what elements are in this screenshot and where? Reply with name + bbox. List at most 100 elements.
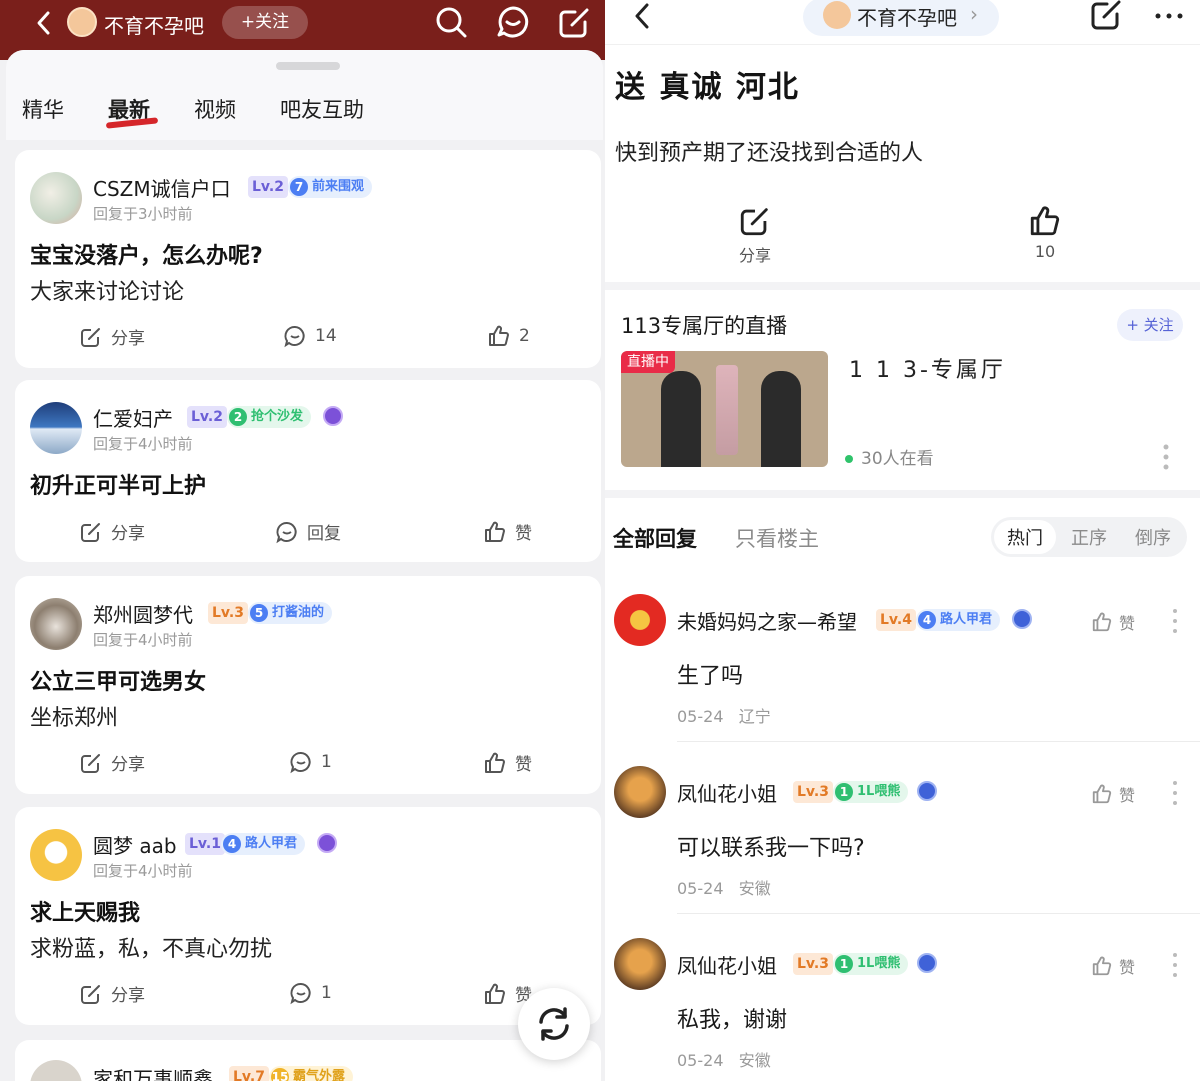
post-body[interactable]: 坐标郑州 (30, 700, 118, 732)
badge-number: 5 (250, 604, 268, 622)
back-arrow-icon[interactable] (629, 2, 657, 30)
follow-live-button[interactable]: + 关注 (1117, 309, 1183, 341)
forum-avatar[interactable] (67, 7, 97, 37)
comment-icon (290, 983, 311, 1005)
post-title[interactable]: 初升正可半可上护 (30, 468, 206, 500)
viewer-count-text: 30人在看 (861, 449, 934, 469)
comment-like-button[interactable]: 赞 (1091, 954, 1135, 978)
post-author[interactable]: 郑州圆梦代 (93, 599, 193, 628)
more-options-icon[interactable] (1172, 952, 1178, 978)
decoration-calligraphy (716, 365, 738, 455)
like-button[interactable]: 赞 (483, 519, 532, 544)
share-icon (740, 208, 768, 236)
comment-button[interactable]: 14 (283, 324, 337, 348)
more-options-icon[interactable] (1151, 0, 1187, 34)
live-thumbnail[interactable]: 直播中 (621, 351, 828, 467)
post-author[interactable]: 仁爱妇产 (93, 403, 173, 432)
post-card[interactable]: 家和万事顺鑫 Lv.7 15 霸气外露 (15, 1040, 601, 1081)
search-icon[interactable] (433, 4, 469, 40)
section-divider (605, 490, 1200, 498)
avatar[interactable] (614, 594, 666, 646)
post-title[interactable]: 求上天赐我 (30, 895, 140, 927)
like-button[interactable]: 赞 (483, 750, 532, 775)
post-author[interactable]: CSZM诚信户口 (93, 173, 231, 202)
sort-descending[interactable]: 倒序 (1135, 524, 1171, 550)
refresh-button[interactable] (518, 988, 590, 1060)
commenter-name[interactable]: 未婚妈妈之家—希望 (677, 606, 857, 635)
header-divider (605, 44, 1200, 45)
filter-op-only[interactable]: 只看楼主 (735, 523, 819, 553)
post-title[interactable]: 宝宝没落户，怎么办呢? (30, 238, 263, 270)
tab-video[interactable]: 视频 (194, 94, 236, 124)
avatar[interactable] (30, 172, 82, 224)
avatar[interactable] (30, 598, 82, 650)
follow-forum-button[interactable]: +关注 (222, 6, 308, 39)
edit-post-icon[interactable] (1089, 0, 1125, 32)
post-body[interactable]: 大家来讨论讨论 (30, 274, 184, 306)
forum-link[interactable]: 不育不孕吧 › (803, 0, 999, 36)
post-author[interactable]: 圆梦 aab (93, 830, 177, 859)
comment-text: 可以联系我一下吗? (677, 836, 865, 861)
like-button[interactable]: 2 (487, 324, 530, 348)
post-card[interactable]: 圆梦 aab Lv.1 4 路人甲君 回复于4小时前 求上天赐我 求粉蓝，私，不真… (15, 807, 601, 1025)
share-button[interactable]: 分享 (79, 981, 145, 1006)
badge-number: 4 (223, 835, 241, 853)
comment-date: 05-24 (677, 879, 724, 898)
medal-icon (917, 781, 937, 801)
badge-number: 1 (835, 955, 853, 973)
sort-ascending[interactable]: 正序 (1071, 524, 1107, 550)
comment-button[interactable]: 回复 (275, 519, 341, 544)
share-label: 分享 (738, 246, 771, 265)
share-label: 分享 (111, 329, 145, 349)
level-badge: Lv.7 (229, 1066, 269, 1081)
comment-like-button[interactable]: 赞 (1091, 782, 1135, 806)
message-icon[interactable] (495, 4, 531, 40)
comment-divider (677, 741, 1200, 742)
post-title[interactable]: 公立三甲可选男女 (30, 664, 206, 696)
post-body[interactable]: 求粉蓝，私，不真心勿扰 (30, 931, 272, 963)
avatar[interactable] (30, 829, 82, 881)
live-room-name[interactable]: 1 1 3-专属厅 (849, 352, 1006, 384)
avatar[interactable] (614, 938, 666, 990)
like-count: 10 (1034, 242, 1056, 261)
tab-mutual-help[interactable]: 吧友互助 (280, 94, 364, 124)
post-author[interactable]: 家和万事顺鑫 (93, 1063, 213, 1081)
share-button[interactable]: 分享 (79, 324, 145, 349)
thumbs-up-icon (1092, 612, 1112, 632)
tab-featured[interactable]: 精华 (22, 94, 64, 124)
edit-post-icon[interactable] (557, 4, 593, 40)
streamer-figure (761, 371, 801, 467)
level-badge: Lv.2 (187, 406, 227, 428)
comment-button[interactable]: 1 (289, 750, 332, 774)
more-options-icon[interactable] (1172, 780, 1178, 806)
forum-name[interactable]: 不育不孕吧 (104, 10, 204, 39)
sort-hot[interactable]: 热门 (1007, 524, 1043, 550)
post-card[interactable]: 仁爱妇产 Lv.2 2 抢个沙发 回复于4小时前 初升正可半可上护 分享 回复 赞 (15, 380, 601, 562)
avatar[interactable] (614, 766, 666, 818)
commenter-name[interactable]: 凤仙花小姐 (677, 950, 777, 979)
commenter-name[interactable]: 凤仙花小姐 (677, 778, 777, 807)
like-label: 赞 (1119, 786, 1136, 805)
post-card[interactable]: CSZM诚信户口 Lv.2 7 前来围观 回复于3小时前 宝宝没落户，怎么办呢? … (15, 150, 601, 368)
comment-button[interactable]: 1 (289, 981, 332, 1005)
comment-like-button[interactable]: 赞 (1091, 610, 1135, 634)
avatar[interactable] (30, 1060, 82, 1081)
share-icon (81, 984, 100, 1004)
live-status-dot (845, 455, 853, 463)
comment-text: 生了吗 (677, 664, 744, 689)
drag-handle[interactable] (276, 62, 340, 70)
share-button[interactable]: 分享 (731, 204, 779, 266)
post-card[interactable]: 郑州圆梦代 Lv.3 5 打酱油的 回复于4小时前 公立三甲可选男女 坐标郑州 分… (15, 576, 601, 794)
like-count: 赞 (515, 524, 532, 544)
more-options-icon[interactable] (1163, 444, 1169, 470)
like-button[interactable]: 10 (1021, 204, 1069, 261)
reply-time: 回复于4小时前 (93, 862, 193, 880)
badge-label: 霸气外露 (293, 1069, 346, 1081)
back-arrow-icon[interactable] (30, 8, 60, 38)
level-badge: Lv.2 (248, 176, 288, 198)
filter-all-replies[interactable]: 全部回复 (613, 523, 697, 553)
more-options-icon[interactable] (1172, 608, 1178, 634)
share-button[interactable]: 分享 (79, 519, 145, 544)
share-button[interactable]: 分享 (79, 750, 145, 775)
avatar[interactable] (30, 402, 82, 454)
